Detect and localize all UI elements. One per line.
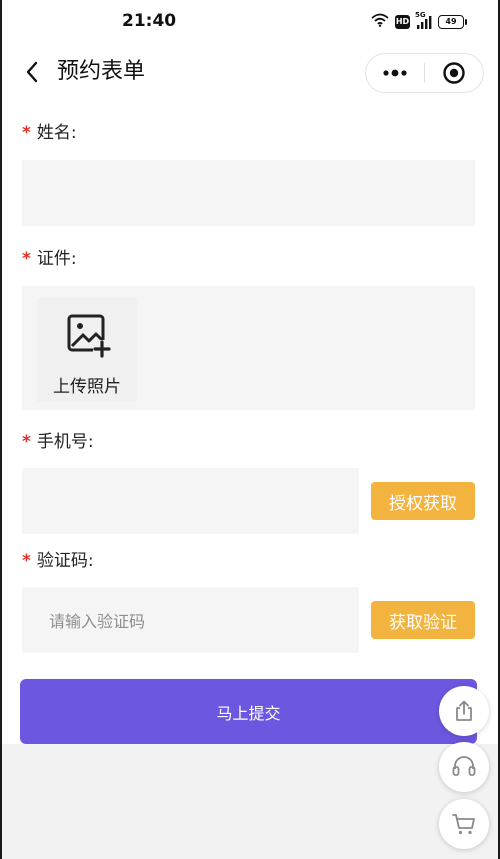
- status-icons: HD 5G 49: [371, 11, 467, 31]
- target-close-icon: [443, 62, 465, 84]
- headset-icon: [452, 756, 476, 776]
- upload-photo-button[interactable]: 上传照片: [37, 298, 137, 402]
- hd-icon: HD: [395, 14, 410, 29]
- wifi-icon: [371, 12, 389, 31]
- more-button[interactable]: [366, 54, 424, 92]
- code-placeholder: 请输入验证码: [49, 612, 146, 631]
- screen: 21:40 HD 5G 49 预约表单 * 姓名: * 证件: 上传照片 * 手…: [0, 0, 500, 859]
- code-label-text: 验证码:: [36, 551, 94, 571]
- back-button[interactable]: [18, 58, 46, 86]
- required-mark: *: [22, 249, 31, 269]
- submit-button[interactable]: 马上提交: [20, 679, 477, 744]
- code-input[interactable]: 请输入验证码: [22, 587, 359, 653]
- battery-icon: 49: [438, 14, 467, 29]
- window-edge-left: [0, 0, 2, 859]
- name-label-text: 姓名:: [36, 123, 77, 143]
- close-button[interactable]: [425, 54, 483, 92]
- phone-label: * 手机号:: [22, 430, 94, 454]
- signal-icon: 5G: [415, 11, 432, 29]
- cart-button[interactable]: [439, 799, 489, 849]
- name-input[interactable]: [22, 160, 475, 226]
- cart-icon: [452, 814, 475, 835]
- id-label: * 证件:: [22, 247, 77, 271]
- page-title: 预约表单: [57, 59, 146, 84]
- name-label: * 姓名:: [22, 121, 77, 145]
- chevron-left-icon: [26, 61, 38, 83]
- phone-label-text: 手机号:: [36, 432, 94, 452]
- required-mark: *: [22, 551, 31, 571]
- get-code-button[interactable]: 获取验证: [371, 601, 475, 639]
- required-mark: *: [22, 432, 31, 452]
- image-add-icon: [67, 314, 111, 358]
- authorize-phone-button[interactable]: 授权获取: [371, 482, 475, 520]
- id-label-text: 证件:: [36, 249, 77, 269]
- share-icon: [456, 700, 472, 721]
- upload-photo-label: 上传照片: [53, 377, 121, 397]
- mini-program-capsule: [365, 53, 484, 93]
- share-button[interactable]: [439, 686, 489, 736]
- more-dots-icon: [383, 69, 407, 77]
- required-mark: *: [22, 123, 31, 143]
- code-label: * 验证码:: [22, 549, 94, 573]
- customer-service-button[interactable]: [439, 742, 489, 792]
- status-time: 21:40: [122, 11, 177, 31]
- phone-input[interactable]: [22, 468, 359, 534]
- network-label: 5G: [415, 10, 426, 19]
